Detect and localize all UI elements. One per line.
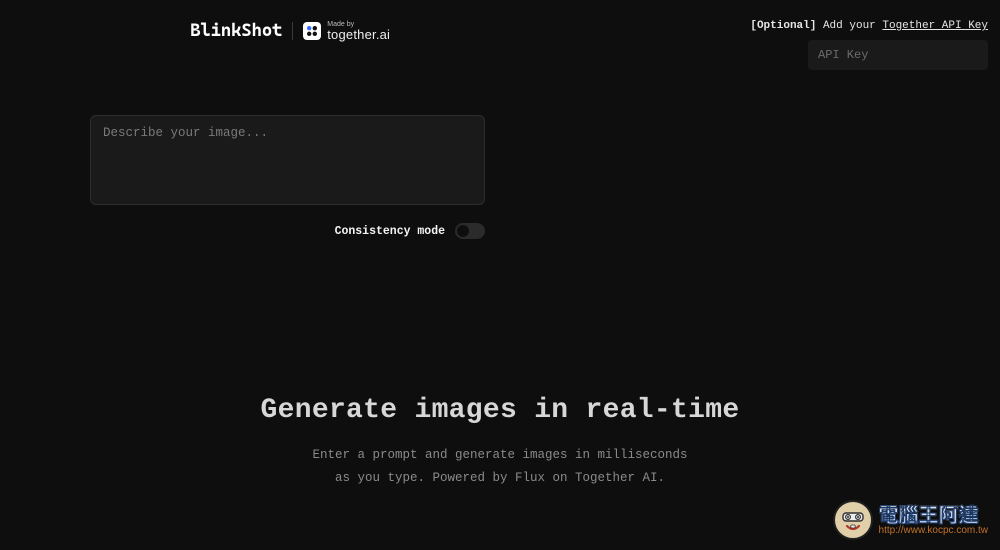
consistency-mode-toggle[interactable] (455, 223, 485, 239)
made-by-brand: together.ai (327, 28, 390, 41)
watermark: 電腦王阿達 http://www.kocpc.com.tw (833, 500, 988, 540)
api-key-input[interactable] (808, 40, 988, 70)
together-api-key-link[interactable]: Together API Key (882, 20, 988, 32)
made-by-badge[interactable]: Made by together.ai (303, 21, 390, 41)
watermark-avatar-icon (833, 500, 873, 540)
api-key-hint: [Optional] Add your Together API Key (750, 20, 988, 32)
watermark-text: 電腦王阿達 (879, 504, 988, 524)
toggle-thumb (457, 225, 469, 237)
app-logo: BlinkShot (190, 20, 282, 41)
watermark-url: http://www.kocpc.com.tw (879, 526, 988, 536)
divider (292, 22, 293, 40)
hero-title: Generate images in real-time (0, 395, 1000, 426)
hero-subtitle: Enter a prompt and generate images in mi… (0, 444, 1000, 489)
together-ai-icon (303, 22, 321, 40)
brand-group: BlinkShot Made by together.ai (190, 20, 390, 41)
consistency-mode-label: Consistency mode (335, 225, 445, 238)
prompt-input[interactable] (90, 115, 485, 205)
